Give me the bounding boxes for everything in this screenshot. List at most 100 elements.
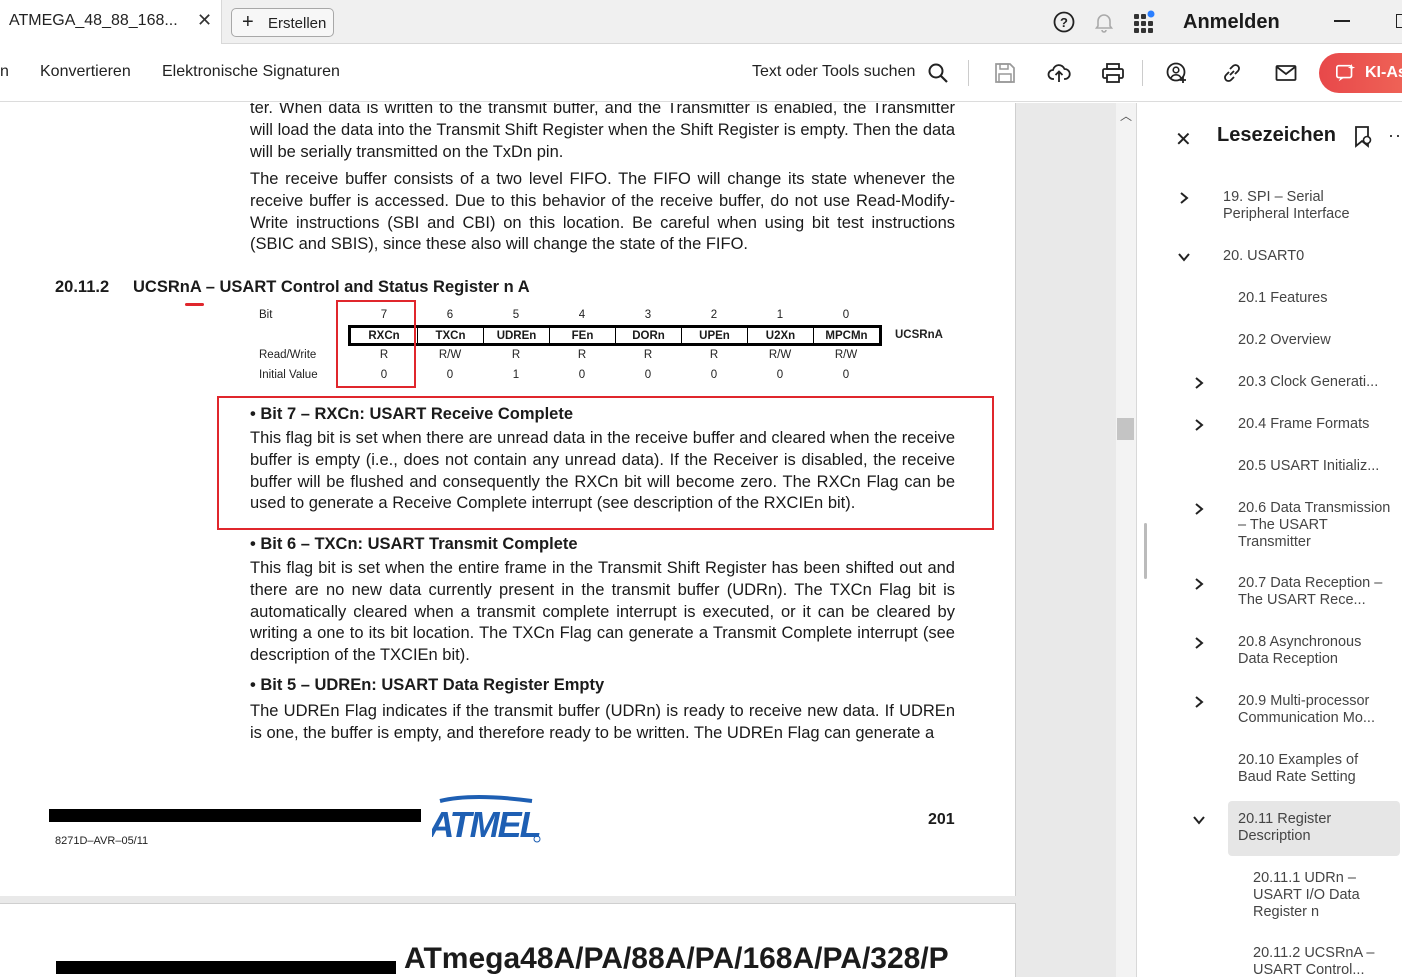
menu-item-e-signatures[interactable]: Elektronische Signaturen <box>162 63 340 81</box>
chevron-right-icon[interactable] <box>1192 636 1206 650</box>
svg-text:ATMEL: ATMEL <box>432 804 540 845</box>
bookmark-item[interactable]: 20.9 Multi-processor Communication Mo... <box>1238 693 1393 727</box>
bit6-heading: • Bit 6 – TXCn: USART Transmit Complete <box>250 535 578 553</box>
bit-initial-value: 0 <box>776 369 784 381</box>
bit-initial-value: 0 <box>644 369 652 381</box>
footer-bar <box>49 809 421 822</box>
ai-assistant-button[interactable]: KI-As <box>1319 53 1402 93</box>
register-field-dorn: DORn <box>615 328 681 343</box>
bookmark-item[interactable]: 20.11 Register Description <box>1238 811 1393 845</box>
apps-grid-icon[interactable] <box>1132 10 1156 34</box>
chevron-right-icon[interactable] <box>1192 695 1206 709</box>
chevron-right-icon[interactable] <box>1192 418 1206 432</box>
register-field-mpcmn: MPCMn <box>813 328 879 343</box>
tab-close-icon[interactable]: ✕ <box>197 10 212 31</box>
link-icon[interactable] <box>1220 61 1244 85</box>
initial-value-row-label: Initial Value <box>259 369 318 381</box>
chevron-right-icon[interactable] <box>1177 191 1191 205</box>
svg-text:?: ? <box>1060 15 1068 30</box>
menu-item-convert[interactable]: Konvertieren <box>40 63 131 81</box>
bookmark-item[interactable]: 20.11.2 UCSRnA – USART Control... <box>1253 945 1393 977</box>
bit-access: R <box>511 349 521 361</box>
tab-title[interactable]: ATMEGA_48_88_168... <box>9 12 189 30</box>
register-field-fen: FEn <box>549 328 615 343</box>
bit-number: 3 <box>644 309 652 321</box>
bookmark-item[interactable]: 20.3 Clock Generati... <box>1238 374 1393 391</box>
bit6-description: This flag bit is set when the entire fra… <box>250 559 955 665</box>
document-code: 8271D–AVR–05/11 <box>55 835 149 847</box>
bookmark-item[interactable]: 20.5 USART Initializ... <box>1238 458 1393 475</box>
bookmark-item[interactable]: 20.7 Data Reception – The USART Rece... <box>1238 575 1393 609</box>
menu-item-truncated[interactable]: n <box>0 63 9 81</box>
bookmark-item[interactable]: 20.2 Overview <box>1238 332 1393 349</box>
toolbar-divider <box>1142 60 1143 86</box>
register-field-txcn: TXCn <box>417 328 483 343</box>
bookmark-item[interactable]: 20.1 Features <box>1238 290 1393 307</box>
document-scrollbar[interactable]: ︿ <box>1116 103 1136 977</box>
create-button-label: Erstellen <box>268 15 327 32</box>
bit-number: 7 <box>380 309 388 321</box>
bookmark-item[interactable]: 20.4 Frame Formats <box>1238 416 1393 433</box>
bookmark-item[interactable]: 19. SPI – Serial Peripheral Interface <box>1223 189 1393 223</box>
document-viewport[interactable]: ter. When data is written to the transmi… <box>0 103 1136 977</box>
bookmark-item[interactable]: 20.8 Asynchronous Data Reception <box>1238 634 1393 668</box>
bit-initial-value: 1 <box>512 369 520 381</box>
read-write-row-label: Read/Write <box>259 349 317 361</box>
register-field-udren: UDREn <box>483 328 549 343</box>
email-icon[interactable] <box>1274 61 1298 85</box>
bit-access: R/W <box>768 349 792 361</box>
bookmark-item[interactable]: 20.6 Data Transmission – The USART Trans… <box>1238 500 1393 551</box>
cloud-upload-icon[interactable] <box>1047 61 1071 85</box>
toolbar: n Konvertieren Elektronische Signaturen … <box>0 44 1402 102</box>
bit-number: 2 <box>710 309 718 321</box>
bit7-heading: • Bit 7 – RXCn: USART Receive Complete <box>250 405 574 423</box>
next-page-header: ATmega48A/PA/88A/PA/168A/PA/328/P <box>404 942 949 975</box>
create-button[interactable]: + Erstellen <box>231 8 334 37</box>
bit-number: 0 <box>842 309 850 321</box>
bit-access: R <box>709 349 719 361</box>
help-icon[interactable]: ? <box>1052 10 1076 34</box>
header-bar <box>56 961 396 974</box>
bookmark-settings-icon[interactable] <box>1353 125 1373 149</box>
bookmark-item[interactable]: 20.11.1 UDRn – USART I/O Data Register n <box>1253 870 1393 921</box>
bookmark-item[interactable]: 20.10 Examples of Baud Rate Setting <box>1238 752 1393 786</box>
chevron-down-icon[interactable] <box>1192 813 1206 827</box>
close-panel-icon[interactable]: ✕ <box>1175 127 1192 152</box>
pdf-page: ter. When data is written to the transmi… <box>0 103 1016 896</box>
panel-resize-handle[interactable] <box>1144 523 1147 579</box>
bit-access: R <box>379 349 389 361</box>
bit5-heading: • Bit 5 – UDREn: USART Data Register Emp… <box>250 676 605 694</box>
search-tools-label[interactable]: Text oder Tools suchen <box>752 63 915 81</box>
document-tab[interactable]: ATMEGA_48_88_168... ✕ <box>0 0 222 44</box>
register-field-u2xn: U2Xn <box>747 328 813 343</box>
chevron-right-icon[interactable] <box>1192 577 1206 591</box>
panel-title: Lesezeichen <box>1217 124 1336 146</box>
bookmark-item[interactable]: 20. USART0 <box>1223 248 1393 265</box>
share-user-icon[interactable] <box>1165 61 1189 85</box>
page-number: 201 <box>928 811 955 828</box>
bit-number: 4 <box>578 309 586 321</box>
minimize-icon[interactable] <box>1334 20 1350 22</box>
register-fields-box: RXCn TXCn UDREn FEn DORn UPEn U2Xn MPCMn <box>348 325 882 346</box>
scroll-thumb[interactable] <box>1117 418 1134 440</box>
maximize-icon[interactable] <box>1396 14 1402 28</box>
chevron-right-icon[interactable] <box>1192 376 1206 390</box>
ai-assistant-label: KI-As <box>1365 64 1402 81</box>
search-icon[interactable] <box>926 61 950 85</box>
bit-access: R <box>577 349 587 361</box>
bit-initial-value: 0 <box>380 369 388 381</box>
notification-bell-icon[interactable] <box>1092 10 1116 34</box>
tab-bar: ATMEGA_48_88_168... ✕ + Erstellen ? Anme… <box>0 0 1402 44</box>
print-icon[interactable] <box>1101 61 1125 85</box>
plus-icon: + <box>242 11 254 33</box>
bit-initial-value: 0 <box>842 369 850 381</box>
scroll-up-arrow-icon[interactable]: ︿ <box>1120 107 1132 124</box>
bit-access: R <box>643 349 653 361</box>
chevron-down-icon[interactable] <box>1177 250 1191 264</box>
register-field-upen: UPEn <box>681 328 747 343</box>
more-options-icon[interactable]: ··· <box>1388 125 1402 146</box>
chevron-right-icon[interactable] <box>1192 502 1206 516</box>
save-icon[interactable] <box>993 61 1017 85</box>
sign-in-button[interactable]: Anmelden <box>1183 11 1280 34</box>
register-name: UCSRnA <box>895 329 943 341</box>
